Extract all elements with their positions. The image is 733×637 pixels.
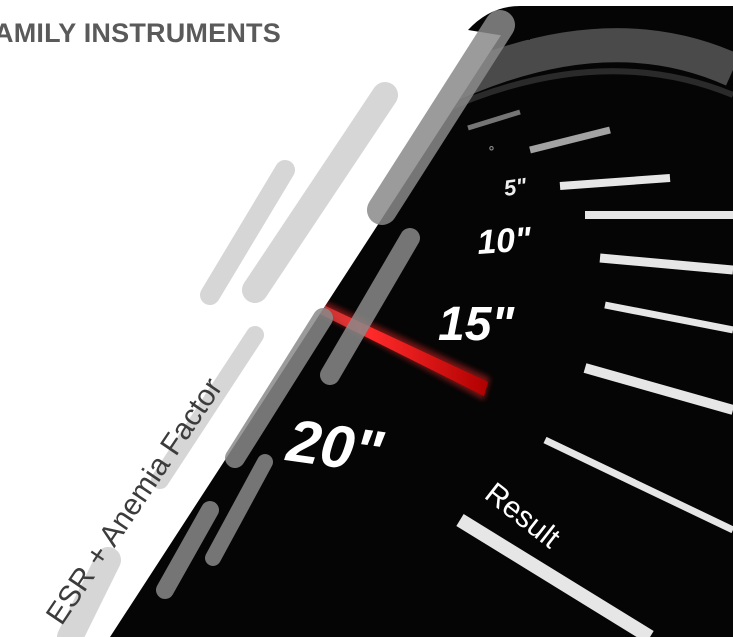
gauge-label-10: 10" bbox=[476, 220, 533, 262]
gauge-label-5: 5" bbox=[502, 173, 528, 201]
gauge-label-20: 20" bbox=[282, 406, 388, 486]
svg-text:°: ° bbox=[488, 143, 494, 159]
gauge-label-15: 15" bbox=[438, 298, 515, 351]
